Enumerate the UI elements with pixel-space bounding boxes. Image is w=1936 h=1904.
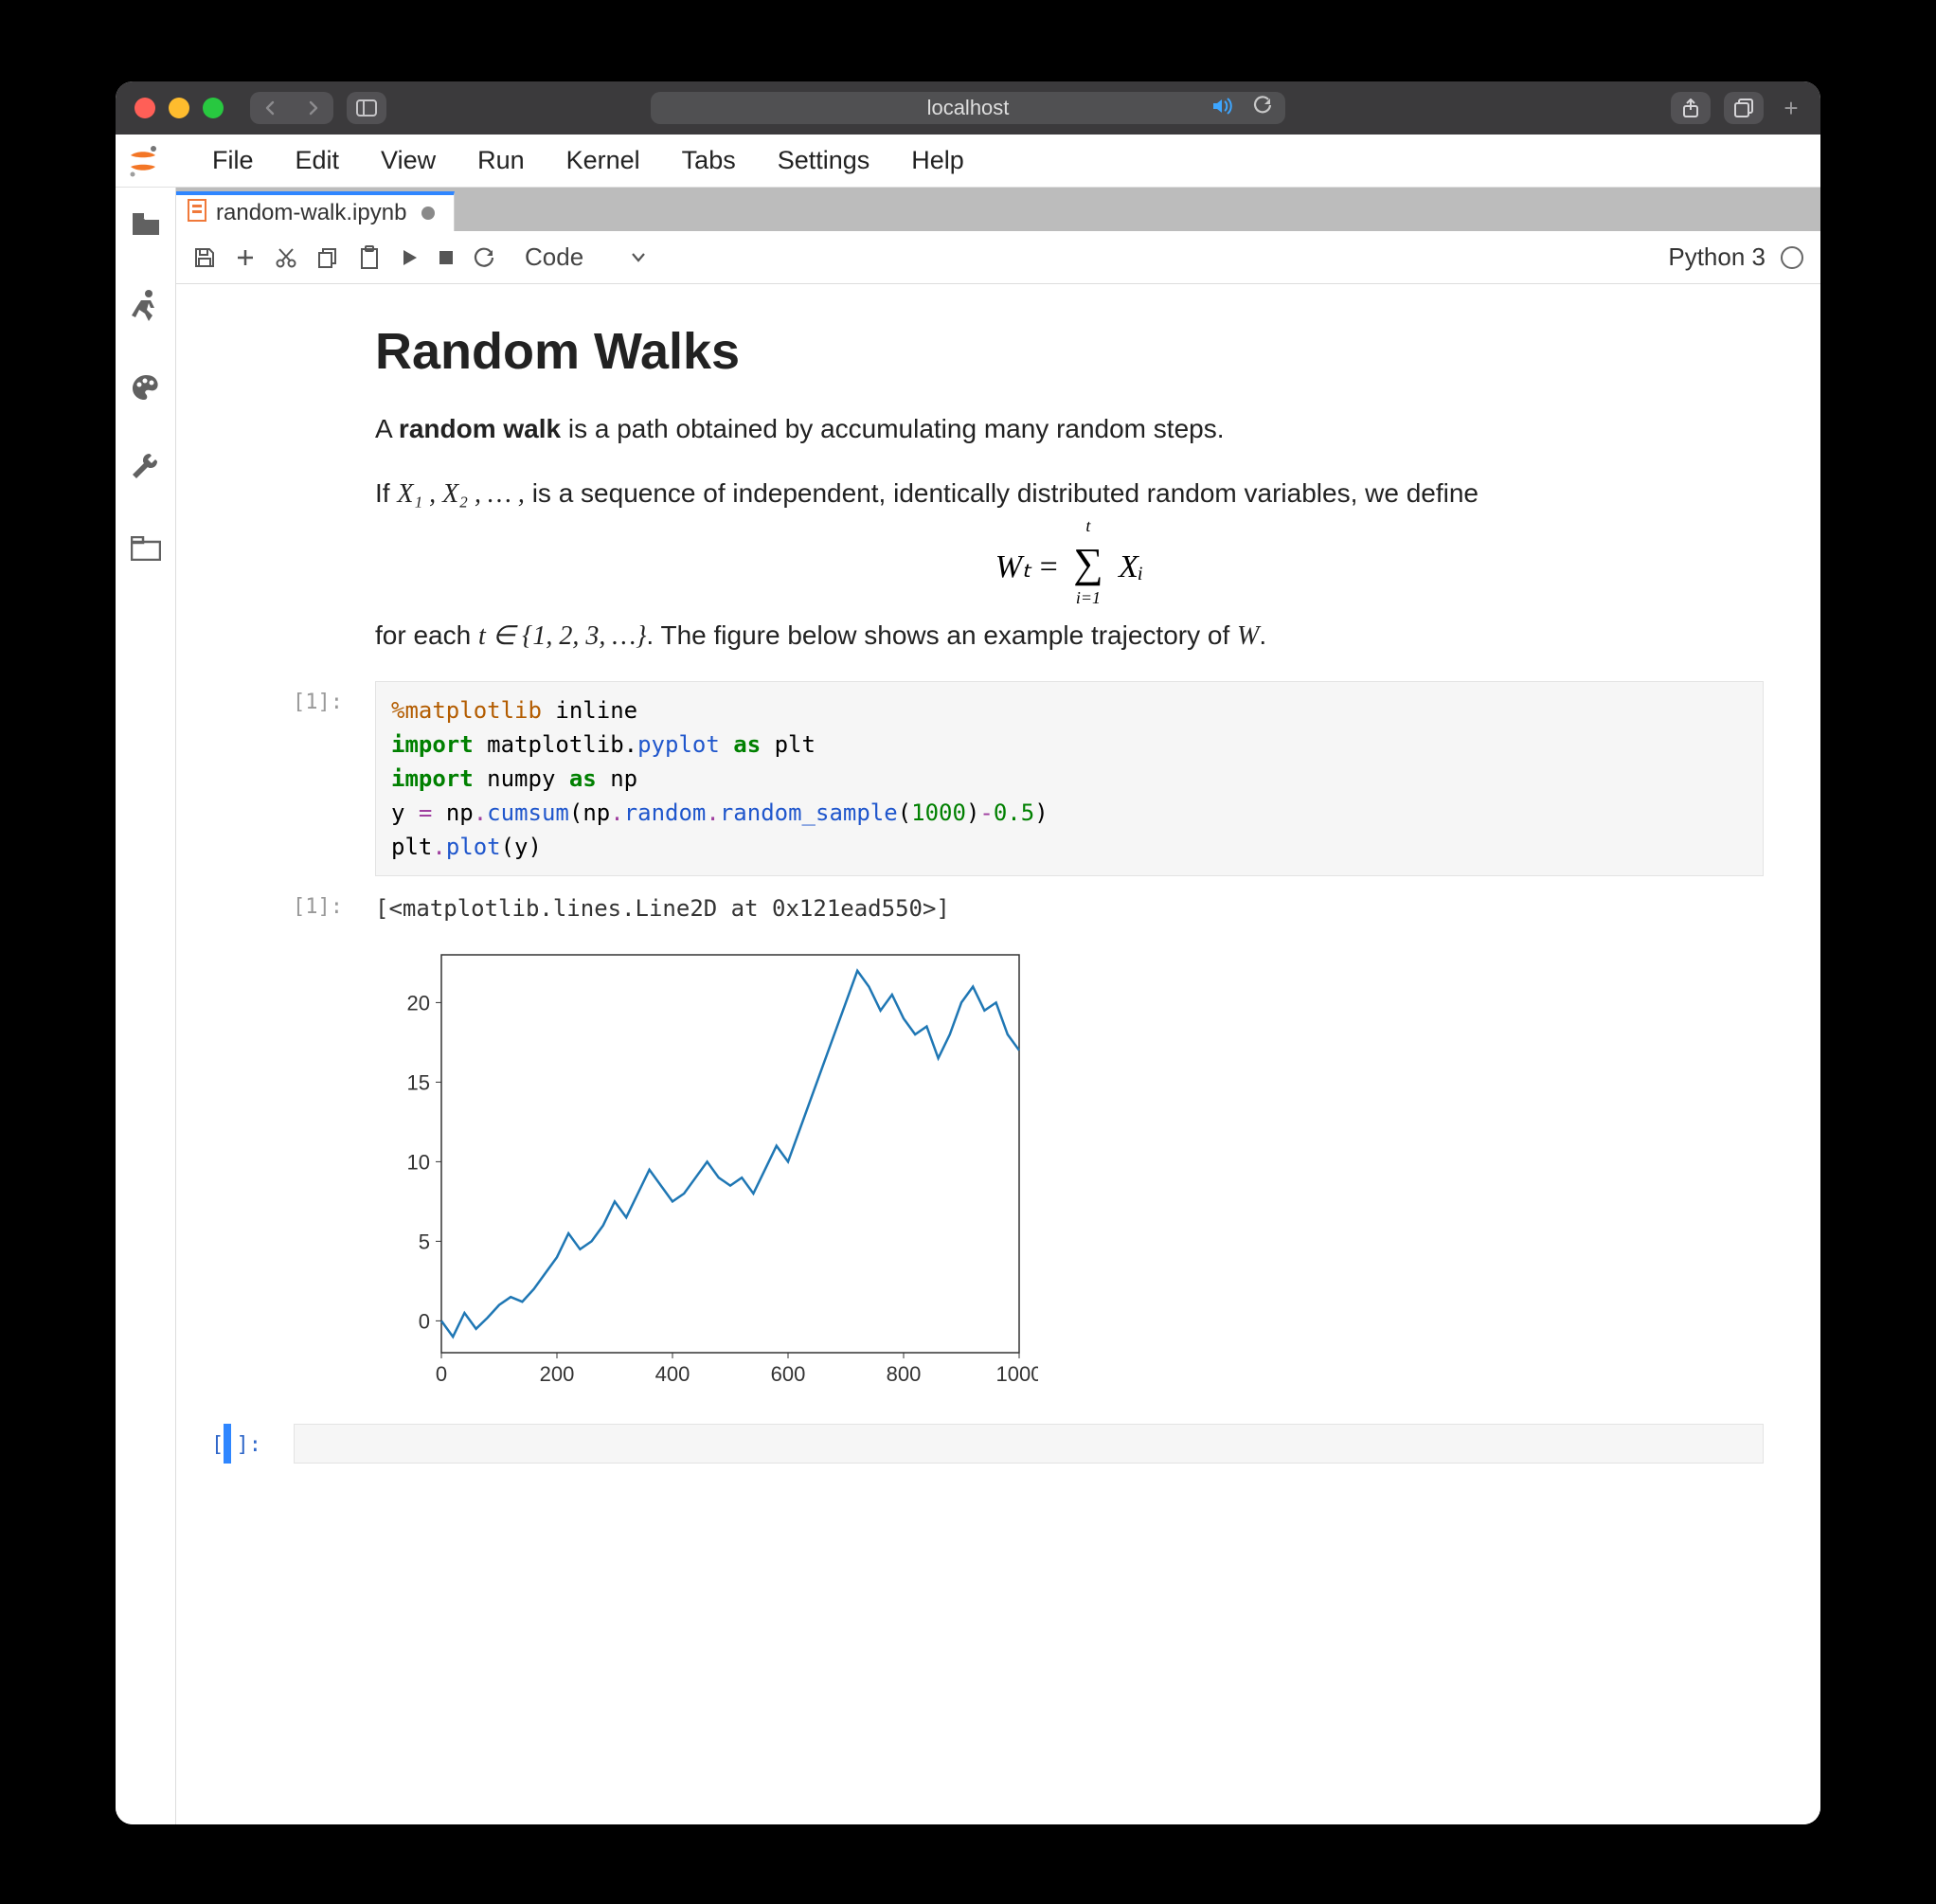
menu-view[interactable]: View — [360, 146, 457, 175]
svg-text:600: 600 — [771, 1362, 806, 1386]
svg-text:0: 0 — [436, 1362, 447, 1386]
wrench-icon[interactable] — [131, 454, 161, 489]
in-prompt-1: [1]: — [261, 681, 343, 714]
reload-icon[interactable] — [1253, 96, 1272, 120]
unsaved-indicator-icon — [421, 207, 435, 220]
address-bar[interactable]: localhost — [651, 92, 1285, 124]
output-plot: 0 5 10 15 20 0 200 400 600 800 1000 — [375, 941, 1764, 1395]
cell-type-selector[interactable]: Code — [513, 239, 657, 276]
share-button[interactable] — [1671, 92, 1711, 124]
paste-button[interactable] — [358, 245, 381, 270]
menu-kernel[interactable]: Kernel — [546, 146, 661, 175]
restart-button[interactable] — [474, 247, 494, 268]
tab-label: random-walk.ipynb — [216, 200, 406, 226]
content-pane: random-walk.ipynb — [176, 188, 1820, 1824]
svg-text:0: 0 — [419, 1309, 430, 1333]
svg-text:15: 15 — [407, 1070, 430, 1094]
svg-text:800: 800 — [887, 1362, 922, 1386]
notebook-icon — [188, 199, 206, 228]
out-prompt-1: [1]: — [261, 886, 343, 919]
volume-icon[interactable] — [1211, 96, 1234, 120]
svg-text:400: 400 — [655, 1362, 690, 1386]
menu-file[interactable]: File — [191, 146, 275, 175]
notebook-title: Random Walks — [375, 322, 1764, 381]
browser-right-controls: + — [1671, 92, 1805, 124]
menu-edit[interactable]: Edit — [275, 146, 361, 175]
left-sidebar — [116, 188, 176, 1824]
code-cell-1[interactable]: [1]: %matplotlib inline import matplotli… — [375, 681, 1764, 876]
svg-text:10: 10 — [407, 1150, 430, 1174]
address-bar-text: localhost — [927, 96, 1010, 120]
browser-titlebar: localhost + — [116, 81, 1820, 135]
notebook-tab[interactable]: random-walk.ipynb — [176, 191, 455, 231]
code-editor-empty[interactable] — [294, 1424, 1764, 1464]
output-cell-1: [1]: [<matplotlib.lines.Line2D at 0x121e… — [375, 886, 1764, 1395]
menu: File Edit View Run Kernel Tabs Settings … — [191, 146, 985, 175]
nav-back-forward — [250, 92, 333, 124]
tabs-icon[interactable] — [131, 536, 161, 566]
notebook-toolbar: Code Python 3 — [176, 231, 1820, 284]
paragraph-1: A random walk is a path obtained by accu… — [375, 409, 1764, 449]
file-browser-icon[interactable] — [131, 210, 161, 242]
menu-run[interactable]: Run — [457, 146, 546, 175]
sigma-icon: ∑ — [1073, 540, 1102, 586]
nav-back-button[interactable] — [250, 92, 292, 124]
run-button[interactable] — [400, 248, 419, 267]
running-icon[interactable] — [132, 289, 160, 326]
chevron-down-icon — [631, 252, 646, 263]
new-tab-button[interactable]: + — [1777, 94, 1805, 122]
in-prompt-empty: [ ]: — [180, 1424, 261, 1457]
maximize-window-button[interactable] — [203, 98, 224, 118]
menu-tabs[interactable]: Tabs — [661, 146, 757, 175]
nav-forward-button[interactable] — [292, 92, 333, 124]
close-window-button[interactable] — [134, 98, 155, 118]
jupyterlab-app: File Edit View Run Kernel Tabs Settings … — [116, 135, 1820, 1824]
jupyter-logo-icon[interactable] — [117, 135, 169, 187]
code-editor-1[interactable]: %matplotlib inline import matplotlib.pyp… — [375, 681, 1764, 876]
output-text-1: [<matplotlib.lines.Line2D at 0x121ead550… — [375, 886, 1764, 922]
svg-text:5: 5 — [419, 1230, 430, 1253]
save-button[interactable] — [193, 246, 216, 269]
menu-settings[interactable]: Settings — [757, 146, 891, 175]
code-cell-empty[interactable]: [ ]: — [375, 1424, 1764, 1464]
copy-button[interactable] — [316, 246, 339, 269]
sidebar-toggle-button[interactable] — [347, 92, 386, 124]
paragraph-2: If X₁ , X₂ , … , is a sequence of indepe… — [375, 474, 1764, 514]
kernel-name[interactable]: Python 3 — [1668, 242, 1766, 272]
window-controls — [134, 98, 224, 118]
paragraph-3: for each t ∈ {1, 2, 3, …}. The figure be… — [375, 616, 1764, 656]
notebook-body[interactable]: Random Walks A random walk is a path obt… — [176, 284, 1820, 1824]
svg-text:1000: 1000 — [996, 1362, 1038, 1386]
palette-icon[interactable] — [131, 373, 161, 406]
svg-text:20: 20 — [407, 991, 430, 1015]
tab-bar: random-walk.ipynb — [176, 188, 1820, 231]
add-cell-button[interactable] — [235, 247, 256, 268]
stop-button[interactable] — [438, 249, 455, 266]
svg-text:200: 200 — [540, 1362, 575, 1386]
kernel-status-icon[interactable] — [1781, 246, 1803, 269]
cut-button[interactable] — [275, 246, 297, 269]
safari-window: localhost + — [116, 81, 1820, 1824]
cell-type-label: Code — [525, 242, 583, 272]
minimize-window-button[interactable] — [169, 98, 189, 118]
menu-help[interactable]: Help — [890, 146, 985, 175]
tabs-button[interactable] — [1724, 92, 1764, 124]
main-area: random-walk.ipynb — [116, 188, 1820, 1824]
equation: Wₜ = t∑i=1 Xᵢ — [375, 539, 1764, 587]
menubar: File Edit View Run Kernel Tabs Settings … — [116, 135, 1820, 188]
